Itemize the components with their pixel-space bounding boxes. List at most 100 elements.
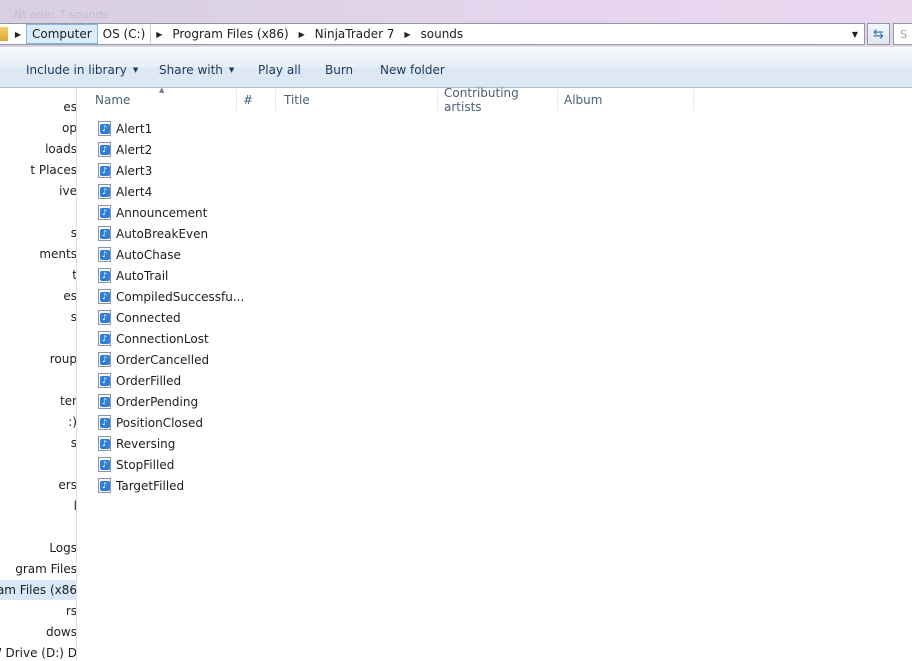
nav-item[interactable]: gram Files bbox=[0, 559, 76, 579]
nav-item-label: loads bbox=[45, 142, 77, 156]
chevron-down-icon: ▼ bbox=[132, 66, 139, 74]
command-bar: Include in library ▼ Share with ▼ Play a… bbox=[0, 47, 912, 88]
nav-item[interactable]: es bbox=[0, 97, 77, 117]
file-name: Announcement bbox=[116, 205, 208, 220]
file-row[interactable]: ♪ CompiledSuccessfu... bbox=[98, 286, 244, 307]
breadcrumb-computer[interactable]: Computer bbox=[26, 24, 98, 44]
nav-item-label: roup bbox=[49, 352, 77, 366]
nav-item-label: es bbox=[63, 100, 77, 114]
nav-item[interactable]: :) bbox=[0, 412, 76, 432]
file-name: ConnectionLost bbox=[116, 331, 209, 346]
nav-item[interactable] bbox=[0, 202, 76, 222]
column-header-name[interactable]: Name bbox=[89, 89, 237, 111]
audio-file-icon: ♪ bbox=[98, 373, 111, 388]
file-row[interactable]: ♪ Announcement bbox=[98, 202, 244, 223]
file-row[interactable]: ♪ Alert3 bbox=[98, 160, 244, 181]
audio-file-icon: ♪ bbox=[98, 268, 111, 283]
file-row[interactable]: ♪ OrderPending bbox=[98, 391, 244, 412]
chevron-down-icon[interactable]: ▼ bbox=[846, 24, 864, 44]
file-name: OrderFilled bbox=[116, 373, 182, 388]
file-row[interactable]: ♪ OrderFilled bbox=[98, 370, 244, 391]
file-name: PositionClosed bbox=[116, 415, 204, 430]
column-header-number[interactable]: # bbox=[237, 89, 276, 111]
nav-item[interactable]: RW Drive (D:) D bbox=[0, 643, 76, 661]
file-row[interactable]: ♪ OrderCancelled bbox=[98, 349, 244, 370]
audio-file-icon: ♪ bbox=[98, 436, 111, 451]
nav-item[interactable]: ive bbox=[0, 181, 76, 201]
nav-item[interactable] bbox=[0, 517, 76, 537]
refresh-button[interactable]: ⇆ bbox=[867, 23, 890, 45]
column-header-contributing-artists[interactable]: Contributing artists bbox=[438, 86, 558, 114]
nav-item[interactable] bbox=[0, 454, 76, 474]
nav-item[interactable]: es bbox=[0, 286, 77, 306]
play-all-button[interactable]: Play all bbox=[250, 58, 309, 82]
file-name: Connected bbox=[116, 310, 181, 325]
file-name: Reversing bbox=[116, 436, 176, 451]
audio-file-icon: ♪ bbox=[98, 163, 111, 178]
file-row[interactable]: ♪ AutoBreakEven bbox=[98, 223, 244, 244]
nav-item-label: es bbox=[63, 289, 77, 303]
nav-item[interactable]: op bbox=[0, 118, 77, 138]
nav-item[interactable]: gram Files (x86 bbox=[0, 580, 76, 600]
burn-button[interactable]: Burn bbox=[317, 58, 361, 82]
search-input[interactable]: S bbox=[893, 23, 912, 45]
file-row[interactable]: ♪ Reversing bbox=[98, 433, 244, 454]
nav-item[interactable] bbox=[0, 370, 76, 390]
breadcrumb-os-c[interactable]: OS (C:) bbox=[98, 24, 152, 44]
file-list: ♪ Alert1 ♪ Alert2 ♪ Alert3 ♪ Alert4 ♪ Announcemen… bbox=[98, 118, 244, 496]
nav-item[interactable]: dows bbox=[0, 622, 76, 642]
include-in-library-label: Include in library bbox=[26, 63, 127, 77]
nav-item[interactable]: s bbox=[0, 433, 76, 453]
file-row[interactable]: ♪ PositionClosed bbox=[98, 412, 244, 433]
nav-item[interactable]: ers bbox=[0, 475, 76, 495]
breadcrumb-ninjatrader-7[interactable]: NinjaTrader 7 bbox=[310, 24, 400, 44]
chevron-right-icon[interactable]: ▶ bbox=[294, 24, 310, 44]
file-name: StopFilled bbox=[116, 457, 175, 472]
audio-file-icon: ♪ bbox=[98, 310, 111, 325]
file-list-pane: ▲ Name # Title Contributing artists Albu… bbox=[78, 86, 912, 661]
breadcrumb-sounds[interactable]: sounds bbox=[416, 24, 469, 44]
nav-item[interactable]: roup bbox=[0, 349, 77, 369]
nav-item[interactable] bbox=[0, 328, 76, 348]
nav-item[interactable]: s bbox=[0, 223, 77, 243]
nav-item-label: s bbox=[70, 226, 77, 240]
file-row[interactable]: ♪ ConnectionLost bbox=[98, 328, 244, 349]
audio-file-icon: ♪ bbox=[98, 184, 111, 199]
share-with-button[interactable]: Share with ▼ bbox=[151, 58, 242, 82]
file-row[interactable]: ♪ TargetFilled bbox=[98, 475, 244, 496]
nav-item[interactable]: t Places bbox=[0, 160, 77, 180]
title-ghost-text: Nt ader 7 sounds bbox=[14, 8, 109, 21]
address-bar[interactable]: ▶ Computer OS (C:) ▶ Program Files (x86)… bbox=[0, 23, 865, 45]
nav-item[interactable]: rs bbox=[0, 601, 76, 621]
column-header-album[interactable]: Album bbox=[558, 89, 694, 111]
nav-item[interactable]: t bbox=[0, 265, 76, 285]
nav-item[interactable]: ments bbox=[0, 244, 76, 264]
file-row[interactable]: ♪ AutoChase bbox=[98, 244, 244, 265]
nav-item[interactable]: s bbox=[0, 307, 76, 327]
nav-item[interactable]: ter bbox=[0, 391, 76, 411]
file-row[interactable]: ♪ AutoTrail bbox=[98, 265, 244, 286]
include-in-library-button[interactable]: Include in library ▼ bbox=[18, 58, 146, 82]
file-name: Alert3 bbox=[116, 163, 153, 178]
file-row[interactable]: ♪ StopFilled bbox=[98, 454, 244, 475]
file-name: OrderPending bbox=[116, 394, 199, 409]
new-folder-button[interactable]: New folder bbox=[372, 58, 453, 82]
navigation-pane[interactable]: es op loads t Places ive s ments t es s roup ter:) s… bbox=[0, 89, 77, 661]
file-name: OrderCancelled bbox=[116, 352, 210, 367]
audio-file-icon: ♪ bbox=[98, 331, 111, 346]
nav-item-label: op bbox=[62, 121, 77, 135]
column-header-title[interactable]: Title bbox=[278, 89, 438, 111]
nav-item[interactable]: Logs bbox=[0, 538, 76, 558]
file-row[interactable]: ♪ Connected bbox=[98, 307, 244, 328]
breadcrumb-program-files-x86[interactable]: Program Files (x86) bbox=[167, 24, 293, 44]
nav-item[interactable]: loads bbox=[0, 139, 77, 159]
nav-item-label: t Places bbox=[30, 163, 77, 177]
file-row[interactable]: ♪ Alert4 bbox=[98, 181, 244, 202]
file-row[interactable]: ♪ Alert2 bbox=[98, 139, 244, 160]
nav-item[interactable]: l bbox=[0, 496, 76, 516]
chevron-right-icon[interactable]: ▶ bbox=[151, 24, 167, 44]
address-row: ▶ Computer OS (C:) ▶ Program Files (x86)… bbox=[0, 22, 912, 47]
file-row[interactable]: ♪ Alert1 bbox=[98, 118, 244, 139]
chevron-right-icon[interactable]: ▶ bbox=[400, 24, 416, 44]
chevron-right-icon[interactable]: ▶ bbox=[10, 24, 26, 44]
